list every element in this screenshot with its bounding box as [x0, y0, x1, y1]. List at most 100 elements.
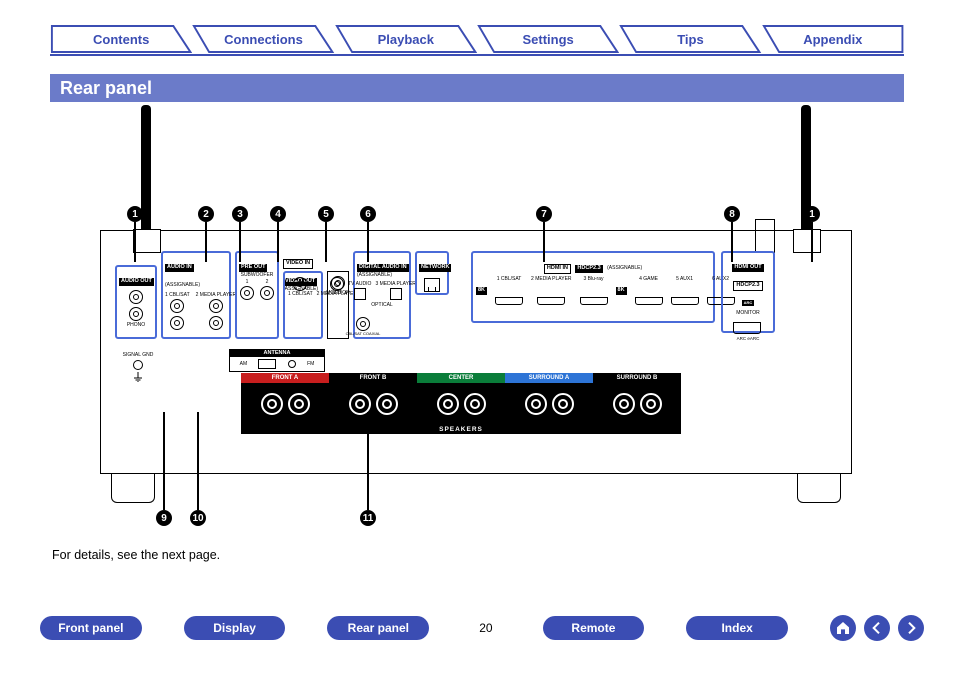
label-arc: ARC eARC	[725, 337, 771, 342]
tab-connections[interactable]: Connections	[192, 24, 334, 54]
tab-playback[interactable]: Playback	[335, 24, 477, 54]
rear-panel-diagram: AUDIO OUT PHONO AUDIO IN (ASSIGNABLE) 1 …	[60, 112, 892, 510]
hdmi-port	[580, 297, 608, 305]
label-monitor: MONITOR	[326, 291, 350, 296]
label-assignable: (ASSIGNABLE)	[165, 282, 200, 288]
binding-post	[640, 393, 662, 415]
signal-gnd-group: SIGNAL GND	[117, 353, 159, 382]
rca-jack	[331, 276, 345, 290]
video-in-group: 1 CBL/SAT 2 MEDIA PLAYER	[283, 271, 323, 339]
label: 1 CBL/SAT	[497, 277, 522, 282]
tab-label: Appendix	[762, 24, 904, 54]
hdmi-out-group: HDMI OUT HDCP2.3 ARC MONITOR ARC eARC	[721, 251, 775, 333]
hdmi-port	[671, 297, 699, 305]
fm-terminal	[288, 360, 296, 368]
label: (ASSIGNABLE)	[607, 265, 642, 271]
label-video-in: VIDEO IN	[283, 259, 313, 269]
network-group: NETWORK	[415, 251, 449, 295]
hdmi-port	[635, 297, 663, 305]
label-optical: OPTICAL	[357, 303, 407, 308]
speaker-header: SURROUND A	[505, 373, 593, 383]
label: CBL/SAT COAXIAL	[346, 332, 381, 336]
binding-post	[525, 393, 547, 415]
page-number: 20	[471, 621, 500, 635]
label-8k: 8K	[616, 287, 627, 295]
label: 2 MEDIA PLAYER	[531, 277, 571, 282]
rca-jack	[293, 277, 307, 291]
rear-panel-chassis: AUDIO OUT PHONO AUDIO IN (ASSIGNABLE) 1 …	[100, 230, 852, 474]
prev-icon[interactable]	[864, 615, 890, 641]
label-antenna: ANTENNA	[229, 349, 325, 357]
label: 5 AUX1	[676, 277, 693, 282]
binding-post	[437, 393, 459, 415]
hdmi-port	[537, 297, 565, 305]
rca-jack	[209, 299, 223, 313]
leader-line	[197, 412, 199, 510]
next-icon[interactable]	[898, 615, 924, 641]
tab-tips[interactable]: Tips	[619, 24, 761, 54]
bottom-bar: Front panel Display Rear panel 20 Remote…	[40, 613, 924, 643]
tab-label: Playback	[335, 24, 477, 54]
hdmi-in-group: HDMI IN HDCP2.3 (ASSIGNABLE) 8K 1 CBL/SA…	[471, 251, 715, 323]
section-heading: Rear panel	[50, 74, 904, 102]
label-hdmi-out: HDMI OUT	[732, 264, 763, 272]
preout-group: PRE OUT SUBWOOFER 1 2	[235, 251, 279, 339]
home-icon[interactable]	[830, 615, 856, 641]
btn-index[interactable]: Index	[686, 616, 788, 640]
label-hdmi-in: HDMI IN	[544, 264, 571, 274]
tab-label: Tips	[619, 24, 761, 54]
callout-2: 2	[198, 206, 214, 222]
label: 3 MEDIA PLAYER	[375, 282, 415, 287]
label: 3 Blu-ray	[584, 277, 604, 282]
leader-line	[134, 222, 136, 262]
callout-5: 5	[318, 206, 334, 222]
label: 1	[246, 280, 249, 285]
am-terminal	[258, 359, 276, 369]
rca-jack	[209, 316, 223, 330]
leader-line	[205, 222, 207, 262]
label-8k: 8K	[476, 287, 487, 295]
tab-label: Settings	[477, 24, 619, 54]
tab-settings[interactable]: Settings	[477, 24, 619, 54]
label: 4 GAME	[639, 277, 658, 282]
label-audio-out: AUDIO OUT	[119, 278, 154, 286]
label-subwoofer: SUBWOOFER	[239, 273, 275, 278]
leader-line	[731, 222, 733, 262]
leader-line	[367, 222, 369, 262]
label-fm: FM	[307, 362, 314, 367]
ground-terminal	[133, 360, 143, 370]
callout-1: 1	[804, 206, 820, 222]
leader-line	[325, 222, 327, 262]
btn-display[interactable]: Display	[184, 616, 286, 640]
leader-line	[811, 222, 813, 262]
tab-appendix[interactable]: Appendix	[762, 24, 904, 54]
callout-8: 8	[724, 206, 740, 222]
rca-jack	[240, 286, 254, 300]
binding-post	[261, 393, 283, 415]
callout-7: 7	[536, 206, 552, 222]
callout-6: 6	[360, 206, 376, 222]
label: 1 CBL/SAT	[165, 293, 190, 298]
top-tabs: Contents Connections Playback Settings T…	[50, 24, 904, 56]
rca-jack	[129, 290, 143, 304]
label: 2 MEDIA PLAYER	[196, 293, 236, 298]
callout-11: 11	[360, 510, 376, 526]
speaker-terminals: FRONT AFRONT BCENTERSURROUND ASURROUND B…	[241, 373, 681, 434]
hdmi-port	[495, 297, 523, 305]
label: (ASSIGNABLE)	[357, 273, 407, 278]
hdmi-port	[733, 322, 761, 334]
label-signal-gnd: SIGNAL GND	[117, 353, 159, 358]
callout-3: 3	[232, 206, 248, 222]
btn-rear-panel[interactable]: Rear panel	[327, 616, 429, 640]
tab-label: Contents	[50, 24, 192, 54]
coax-jack	[356, 317, 370, 331]
leader-line	[367, 412, 369, 510]
label-hdcp: HDCP2.3	[733, 281, 762, 291]
binding-post	[288, 393, 310, 415]
tab-contents[interactable]: Contents	[50, 24, 192, 54]
ethernet-port	[424, 278, 440, 292]
btn-remote[interactable]: Remote	[543, 616, 645, 640]
btn-front-panel[interactable]: Front panel	[40, 616, 142, 640]
label-network: NETWORK	[419, 264, 451, 272]
audio-out-group: AUDIO OUT PHONO	[115, 265, 157, 339]
